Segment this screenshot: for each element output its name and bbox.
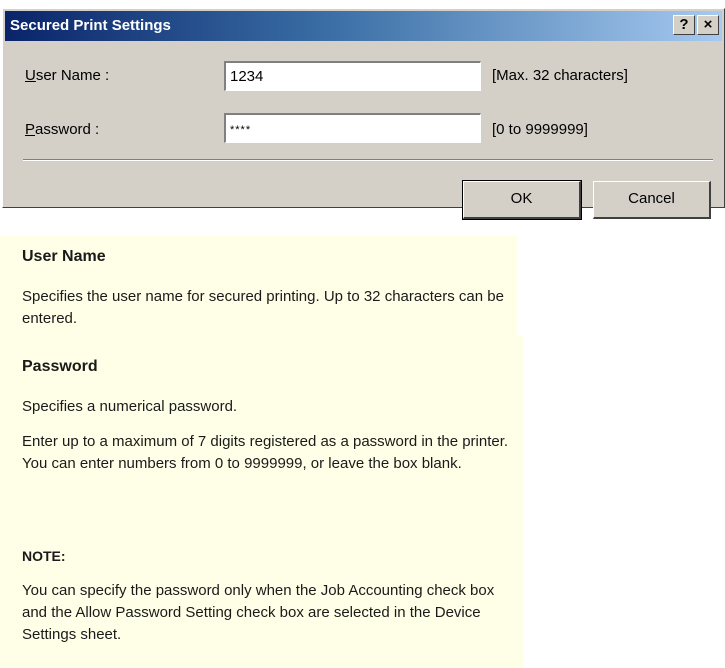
password-help-text-2: Enter up to a maximum of 7 digits regist… bbox=[22, 433, 509, 472]
user-name-input[interactable] bbox=[224, 61, 481, 91]
user-name-help-heading: User Name bbox=[22, 248, 106, 265]
user-name-help-text: Specifies the user name for secured prin… bbox=[22, 288, 504, 327]
help-panel-edge bbox=[517, 336, 523, 668]
user-name-hint: [Max. 32 characters] bbox=[492, 67, 628, 84]
password-input[interactable] bbox=[224, 113, 481, 143]
password-label: Password : bbox=[25, 121, 100, 138]
close-button[interactable]: × bbox=[697, 15, 719, 35]
title-bar: Secured Print Settings ? × bbox=[5, 11, 722, 41]
help-button[interactable]: ? bbox=[673, 15, 695, 35]
password-hint: [0 to 9999999] bbox=[492, 121, 588, 138]
note-text: You can specify the password only when t… bbox=[22, 582, 495, 643]
user-name-label: User Name : bbox=[25, 67, 110, 84]
note-heading: NOTE: bbox=[22, 548, 66, 564]
cancel-button[interactable]: Cancel bbox=[593, 181, 711, 219]
ok-button[interactable]: OK bbox=[462, 180, 582, 220]
help-panel: User Name Specifies the user name for se… bbox=[0, 236, 523, 668]
password-help-heading: Password bbox=[22, 358, 98, 375]
dialog-title: Secured Print Settings bbox=[10, 17, 171, 34]
secured-print-settings-dialog: Secured Print Settings ? × User Name : [… bbox=[2, 8, 725, 220]
password-help-text-1: Specifies a numerical password. bbox=[22, 398, 238, 415]
separator bbox=[23, 159, 713, 161]
